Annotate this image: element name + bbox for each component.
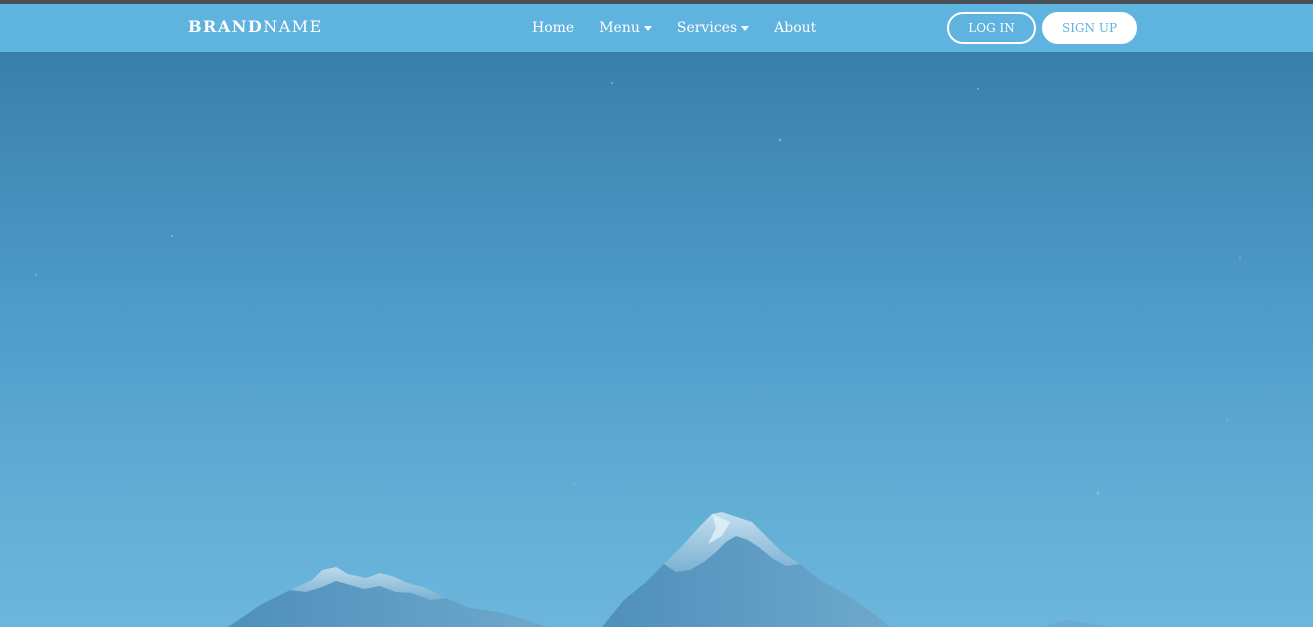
nav-link-home[interactable]: Home <box>532 20 574 36</box>
brand-logo[interactable]: BRANDNAME <box>188 17 323 36</box>
caret-down-icon <box>643 25 652 31</box>
nav-link-label: About <box>774 20 817 36</box>
nav-links: Home Menu Services About <box>532 19 816 37</box>
nav-link-label: Menu <box>599 20 640 36</box>
signup-button[interactable]: SIGN UP <box>1042 12 1137 44</box>
nav-link-label: Services <box>676 20 738 36</box>
brand-regular-text: NAME <box>263 17 323 36</box>
hero-banner <box>0 52 1313 627</box>
brand-bold-text: BRAND <box>188 17 264 36</box>
navbar: BRANDNAME Home Menu Services About LOG I… <box>0 4 1313 52</box>
page: BRANDNAME Home Menu Services About LOG I… <box>0 0 1313 627</box>
login-button[interactable]: LOG IN <box>947 12 1036 44</box>
caret-down-icon <box>741 25 750 31</box>
nav-link-about[interactable]: About <box>774 20 816 36</box>
nav-link-menu[interactable]: Menu <box>599 20 652 36</box>
mountain-landscape-image <box>35 82 1241 627</box>
browser-top-strip <box>0 0 1313 4</box>
nav-link-label: Home <box>532 20 575 36</box>
nav-link-services[interactable]: Services <box>676 20 750 36</box>
